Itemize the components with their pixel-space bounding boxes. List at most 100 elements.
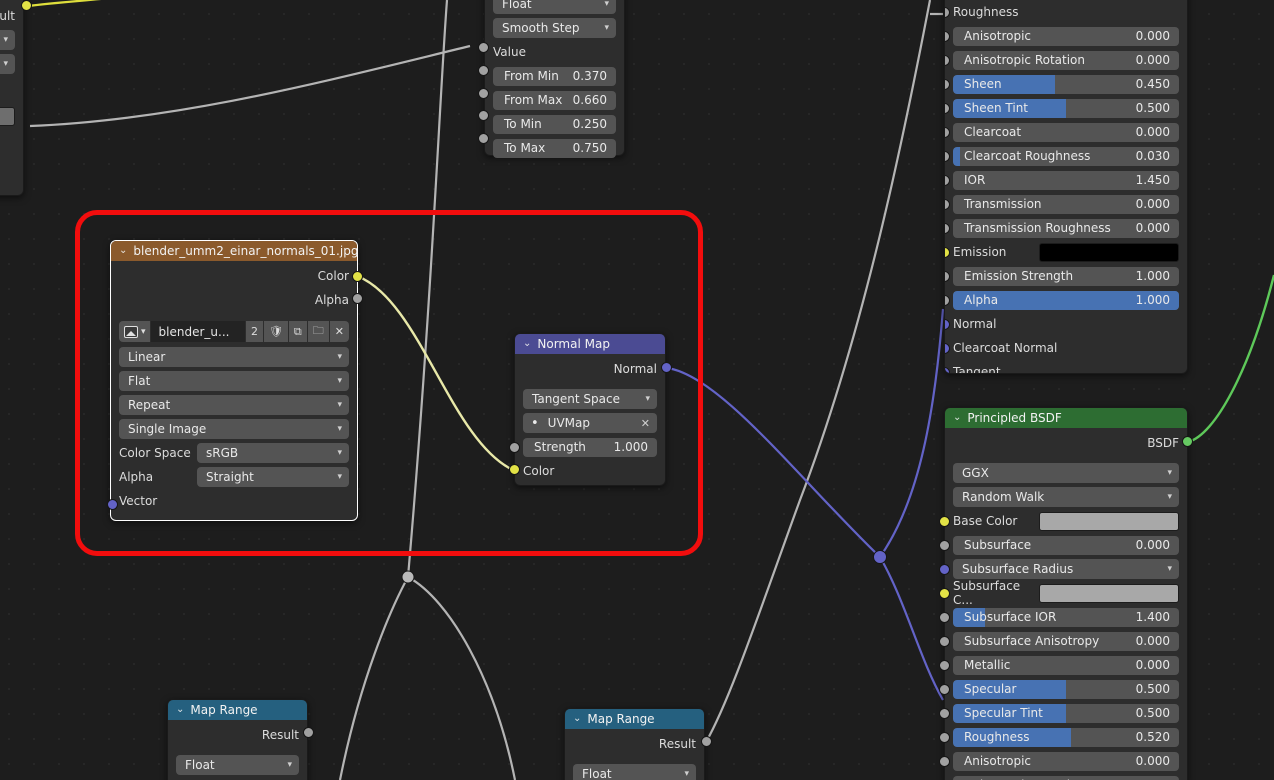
image-users-count[interactable]: 2 xyxy=(245,321,263,342)
principled-top-slider[interactable]: Sheen 0.450 xyxy=(953,74,1179,94)
principled-top-input-socket[interactable] xyxy=(945,54,950,66)
principled-bottom-slider[interactable]: Specular Tint 0.500 xyxy=(953,703,1179,723)
map-range-top-interp-dropdown[interactable]: Smooth Step ▾ xyxy=(493,17,616,39)
principled-bottom-row[interactable]: Subsurface Anisotropy 0.000 xyxy=(939,630,1179,652)
principled-top-row[interactable]: Sheen Tint 0.500 xyxy=(945,97,1179,119)
principled-top-slider[interactable]: Emission Strength 1.000 xyxy=(953,266,1179,286)
principled-bottom-input-socket[interactable] xyxy=(939,587,950,599)
map-range-bc-type-dropdown[interactable]: Float ▾ xyxy=(573,763,696,780)
image-source-dropdown[interactable]: Single Image ▾ xyxy=(119,418,349,440)
principled-top-input-socket[interactable] xyxy=(945,294,950,306)
principled-top-row[interactable]: Clearcoat Roughness 0.030 xyxy=(945,145,1179,167)
node-principled-bsdf-top[interactable]: Roughness Anisotropic 0.000 Anisotropic Rot… xyxy=(944,0,1188,374)
image-texture-color-socket[interactable] xyxy=(352,271,363,282)
principled-bottom-dropdown[interactable]: Subsurface Radius ▾ xyxy=(953,559,1179,579)
node-map-range-top[interactable]: Float ▾ Smooth Step ▾ Value From Min 0.370 … xyxy=(484,0,625,158)
principled-top-input-socket[interactable] xyxy=(945,174,950,186)
node-left-partial[interactable]: sult ▾ ▾ xyxy=(0,0,24,196)
node-normal-map[interactable]: ⌄ Normal Map Normal Tangent Space ▾ • UVM… xyxy=(514,333,666,486)
normal-map-header[interactable]: ⌄ Normal Map xyxy=(515,334,665,354)
principled-top-input-socket[interactable] xyxy=(945,198,950,210)
principled-bottom-input-socket[interactable] xyxy=(939,563,950,575)
principled-bottom-header[interactable]: ⌄ Principled BSDF xyxy=(945,408,1187,428)
left-partial-output-socket[interactable] xyxy=(21,0,32,11)
image-browse-button[interactable]: ▾ xyxy=(119,321,150,342)
principled-bottom-slider[interactable]: Metallic 0.000 xyxy=(953,655,1179,675)
principled-top-input-socket[interactable] xyxy=(945,342,950,354)
principled-bottom-slider[interactable]: Subsurface Anisotropy 0.000 xyxy=(953,631,1179,651)
close-icon[interactable]: ✕ xyxy=(641,417,650,430)
principled-top-input-socket[interactable] xyxy=(945,222,950,234)
image-projection-dropdown[interactable]: Flat ▾ xyxy=(119,370,349,392)
principled-bottom-input-socket[interactable] xyxy=(939,659,950,671)
normal-map-strength-row[interactable]: Strength 1.000 xyxy=(523,436,657,458)
principled-top-input-socket[interactable] xyxy=(945,318,950,330)
principled-bottom-input-socket[interactable] xyxy=(939,707,950,719)
principled-bottom-row[interactable]: Metallic 0.000 xyxy=(939,654,1179,676)
principled-top-row[interactable]: Alpha 1.000 xyxy=(945,289,1179,311)
image-colorspace-row[interactable]: Color Space sRGB ▾ xyxy=(119,442,349,464)
principled-top-slider[interactable]: Transmission Roughness 0.000 xyxy=(953,218,1179,238)
image-interpolation-dropdown[interactable]: Linear ▾ xyxy=(119,346,349,368)
principled-top-row[interactable]: Roughness xyxy=(945,1,1179,23)
left-partial-dropdown-2[interactable]: ▾ xyxy=(0,53,15,75)
principled-bottom-row[interactable]: Anisotropic Rotation0.000 xyxy=(939,774,1179,780)
principled-top-input-socket[interactable] xyxy=(945,78,950,90)
principled-bottom-slider[interactable]: Anisotropic Rotation0.000 xyxy=(953,775,1179,780)
chevron-down-icon[interactable]: ⌄ xyxy=(573,714,581,724)
close-icon[interactable]: ✕ xyxy=(329,321,349,342)
map-range-bl-type-dropdown[interactable]: Float ▾ xyxy=(176,754,299,776)
principled-top-row[interactable]: Emission Strength 1.000 xyxy=(945,265,1179,287)
left-partial-color-swatch[interactable] xyxy=(0,106,15,126)
node-image-texture[interactable]: ⌄ blender_umm2_einar_normals_01.jpg Colo… xyxy=(110,240,358,521)
principled-top-color-swatch[interactable] xyxy=(1039,242,1179,262)
principled-top-row[interactable]: IOR 1.450 xyxy=(945,169,1179,191)
principled-bottom-color-swatch[interactable] xyxy=(1039,511,1179,531)
principled-bottom-row[interactable]: Subsurface C... xyxy=(939,579,1179,607)
node-map-range-bottom-center[interactable]: ⌄ Map Range Result Float ▾ xyxy=(564,708,705,780)
principled-bottom-slider[interactable]: Subsurface 0.000 xyxy=(953,535,1179,555)
normal-map-normal-socket[interactable] xyxy=(661,362,672,373)
map-range-bc-result-socket[interactable] xyxy=(701,736,712,747)
principled-top-row[interactable]: Sheen 0.450 xyxy=(945,73,1179,95)
principled-top-row[interactable]: Emission xyxy=(945,241,1179,263)
principled-bottom-row[interactable]: Roughness 0.520 xyxy=(939,726,1179,748)
left-partial-swatch-row[interactable] xyxy=(0,105,15,127)
principled-bottom-input-socket[interactable] xyxy=(939,731,950,743)
principled-top-row[interactable]: Transmission Roughness 0.000 xyxy=(945,217,1179,239)
principled-bottom-input-socket[interactable] xyxy=(939,635,950,647)
principled-bottom-row[interactable]: Specular Tint 0.500 xyxy=(939,702,1179,724)
principled-bottom-row[interactable]: Specular 0.500 xyxy=(939,678,1179,700)
principled-bottom-bsdf-socket[interactable] xyxy=(1182,436,1193,447)
principled-bottom-row[interactable]: Anisotropic 0.000 xyxy=(939,750,1179,772)
map-range-top-to-min[interactable]: To Min 0.250 xyxy=(493,113,616,135)
image-datablock-row[interactable]: ▾ blender_u... 2 🛡 ⧉ 🗀 ✕ xyxy=(119,321,349,342)
map-range-bl-result-socket[interactable] xyxy=(303,727,314,738)
principled-bottom-input-socket[interactable] xyxy=(939,515,950,527)
map-range-top-from-min-socket[interactable] xyxy=(478,65,489,76)
map-range-top-from-min[interactable]: From Min 0.370 xyxy=(493,65,616,87)
principled-top-row[interactable]: Clearcoat 0.000 xyxy=(945,121,1179,143)
image-extension-dropdown[interactable]: Repeat ▾ xyxy=(119,394,349,416)
map-range-top-type-dropdown[interactable]: Float ▾ xyxy=(493,0,616,15)
principled-bottom-slider[interactable]: Subsurface IOR 1.400 xyxy=(953,607,1179,627)
image-name-field[interactable]: blender_u... xyxy=(150,321,245,342)
principled-top-row[interactable]: Anisotropic Rotation 0.000 xyxy=(945,49,1179,71)
principled-top-slider[interactable]: Anisotropic 0.000 xyxy=(953,26,1179,46)
principled-bottom-row[interactable]: Subsurface 0.000 xyxy=(939,534,1179,556)
principled-bottom-input-socket[interactable] xyxy=(939,539,950,551)
principled-top-slider[interactable]: Sheen Tint 0.500 xyxy=(953,98,1179,118)
principled-bottom-input-socket[interactable] xyxy=(939,611,950,623)
principled-bottom-row[interactable]: Subsurface IOR 1.400 xyxy=(939,606,1179,628)
principled-top-input-socket[interactable] xyxy=(945,30,950,42)
normal-map-space-dropdown[interactable]: Tangent Space ▾ xyxy=(523,388,657,410)
principled-top-row[interactable]: Clearcoat Normal xyxy=(945,337,1179,359)
left-partial-dropdown-1[interactable]: ▾ xyxy=(0,29,15,51)
principled-distribution-dropdown[interactable]: GGX ▾ xyxy=(953,462,1179,484)
chevron-down-icon[interactable]: ⌄ xyxy=(953,413,961,423)
chevron-down-icon[interactable]: ⌄ xyxy=(119,246,127,256)
principled-top-input-socket[interactable] xyxy=(945,246,950,258)
principled-sss-method-dropdown[interactable]: Random Walk ▾ xyxy=(953,486,1179,508)
normal-map-strength-socket[interactable] xyxy=(509,442,520,453)
map-range-top-from-max-socket[interactable] xyxy=(478,88,489,99)
